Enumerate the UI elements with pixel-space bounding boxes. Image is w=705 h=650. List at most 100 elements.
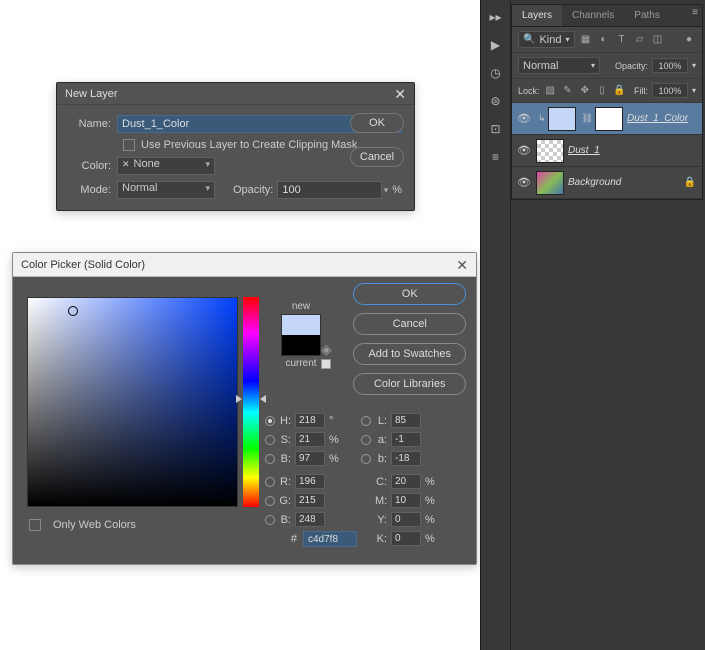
filter-type-icon[interactable]: T [615, 33, 629, 47]
k-input[interactable] [391, 531, 421, 546]
lock-all-icon[interactable]: 🔒 [613, 84, 626, 98]
web-colors-checkbox[interactable] [29, 519, 41, 531]
hue-slider[interactable] [243, 297, 259, 507]
websafe-icon[interactable] [321, 359, 331, 369]
lock-label: Lock: [518, 86, 540, 96]
cube-icon[interactable]: ◈ [321, 341, 332, 358]
lock-paint-icon[interactable]: ✎ [561, 84, 574, 98]
web-colors-label: Only Web Colors [53, 519, 136, 531]
lab-b-radio[interactable] [361, 454, 371, 464]
hue-arrow-icon [260, 395, 266, 403]
bb-input[interactable] [295, 512, 325, 527]
r-radio[interactable] [265, 477, 275, 487]
clip-arrow-icon: ↳ [538, 113, 546, 124]
cancel-button[interactable]: Cancel [353, 313, 466, 335]
tab-channels[interactable]: Channels [562, 5, 624, 26]
ok-button[interactable]: OK [353, 283, 466, 305]
mode-select[interactable]: Normal [117, 181, 215, 199]
layer-name[interactable]: Dust_1_Color [627, 113, 688, 124]
fill-label: Fill: [634, 86, 648, 96]
dialog-titlebar[interactable]: New Layer ✕ [57, 83, 414, 105]
color-swatch[interactable] [281, 314, 321, 356]
ok-button[interactable]: OK [350, 113, 404, 133]
current-color[interactable] [282, 335, 320, 355]
lock-nest-icon[interactable]: ▯ [595, 84, 608, 98]
new-layer-dialog: New Layer ✕ Name: Use Previous Layer to … [56, 82, 415, 211]
b-radio[interactable] [265, 454, 275, 464]
visibility-icon[interactable]: 👁 [512, 112, 536, 125]
tool-strip: ▸▸ ▶ ◷ ⊜ ⊡ ≡ [481, 0, 511, 650]
tab-layers[interactable]: Layers [512, 5, 562, 26]
clip-mask-checkbox[interactable] [123, 139, 135, 151]
swatches-icon[interactable]: ≡ [485, 146, 507, 168]
l-radio[interactable] [361, 416, 371, 426]
layer-row[interactable]: 👁 Dust_1 [512, 135, 702, 167]
layer-row[interactable]: 👁 ↳ ⛓ Dust_1_Color [512, 103, 702, 135]
g-radio[interactable] [265, 496, 275, 506]
dialog-titlebar[interactable]: Color Picker (Solid Color) ✕ [13, 253, 476, 277]
lock-pos-icon[interactable]: ✥ [578, 84, 591, 98]
properties-icon[interactable]: ⊡ [485, 118, 507, 140]
history-icon[interactable]: ◷ [485, 62, 507, 84]
hex-input[interactable] [303, 531, 357, 547]
visibility-icon[interactable]: 👁 [512, 176, 536, 189]
right-panel-area: ▸▸ ▶ ◷ ⊜ ⊡ ≡ Layers Channels Paths ≡ 🔍Ki… [480, 0, 705, 650]
panel-menu-icon[interactable]: ≡ [688, 5, 702, 19]
color-marker[interactable] [68, 306, 78, 316]
mask-thumbnail[interactable] [595, 107, 623, 131]
s-radio[interactable] [265, 435, 275, 445]
layer-row[interactable]: 👁 Background 🔒 [512, 167, 702, 199]
close-icon[interactable]: ✕ [456, 253, 468, 277]
color-picker-dialog: Color Picker (Solid Color) ✕ new current… [12, 252, 477, 565]
l-input[interactable] [391, 413, 421, 428]
adjust-icon[interactable]: ⊜ [485, 90, 507, 112]
layer-opacity-input[interactable] [652, 58, 688, 73]
opacity-label: Opacity: [233, 184, 273, 196]
layer-thumbnail[interactable] [536, 139, 564, 163]
panel-tabs: Layers Channels Paths ≡ [512, 5, 702, 27]
link-icon: ⛓ [582, 113, 593, 124]
visibility-icon[interactable]: 👁 [512, 144, 536, 157]
blend-mode-select[interactable]: Normal▾ [518, 57, 600, 74]
expand-icon[interactable]: ▸▸ [485, 6, 507, 28]
filter-toggle-icon[interactable]: ● [682, 33, 696, 47]
filter-smart-icon[interactable]: ◫ [651, 33, 665, 47]
lock-icon[interactable]: 🔒 [684, 177, 696, 188]
bb-radio[interactable] [265, 515, 275, 525]
a-input[interactable] [391, 432, 421, 447]
mode-label: Mode: [69, 184, 117, 196]
clip-mask-label: Use Previous Layer to Create Clipping Ma… [141, 139, 357, 151]
color-select[interactable]: None [117, 157, 215, 175]
filter-shape-icon[interactable]: ▱ [633, 33, 647, 47]
color-field[interactable] [27, 297, 238, 507]
dialog-title: New Layer [65, 83, 118, 105]
layer-name[interactable]: Dust_1 [568, 145, 600, 156]
m-input[interactable] [391, 493, 421, 508]
r-input[interactable] [295, 474, 325, 489]
y-input[interactable] [391, 512, 421, 527]
color-values: H:° L: S:% a: B:% b: R: C:% G: M:% B: [265, 411, 465, 548]
opacity-input[interactable] [277, 181, 381, 199]
b-input[interactable] [295, 451, 325, 466]
h-input[interactable] [295, 413, 325, 428]
filter-adjust-icon[interactable]: ◐ [597, 33, 611, 47]
color-libraries-button[interactable]: Color Libraries [353, 373, 466, 395]
play-icon[interactable]: ▶ [485, 34, 507, 56]
a-radio[interactable] [361, 435, 371, 445]
filter-pixel-icon[interactable]: ▦ [579, 33, 593, 47]
layer-thumbnail[interactable] [548, 107, 576, 131]
cancel-button[interactable]: Cancel [350, 147, 404, 167]
close-icon[interactable]: ✕ [394, 83, 406, 105]
g-input[interactable] [295, 493, 325, 508]
lock-trans-icon[interactable]: ▨ [544, 84, 557, 98]
h-radio[interactable] [265, 416, 275, 426]
layer-name[interactable]: Background [568, 177, 621, 188]
tab-paths[interactable]: Paths [624, 5, 670, 26]
lab-b-input[interactable] [391, 451, 421, 466]
fill-input[interactable] [652, 83, 688, 98]
add-swatches-button[interactable]: Add to Swatches [353, 343, 466, 365]
c-input[interactable] [391, 474, 421, 489]
layer-thumbnail[interactable] [536, 171, 564, 195]
filter-kind-select[interactable]: 🔍Kind▾ [518, 31, 575, 48]
s-input[interactable] [295, 432, 325, 447]
